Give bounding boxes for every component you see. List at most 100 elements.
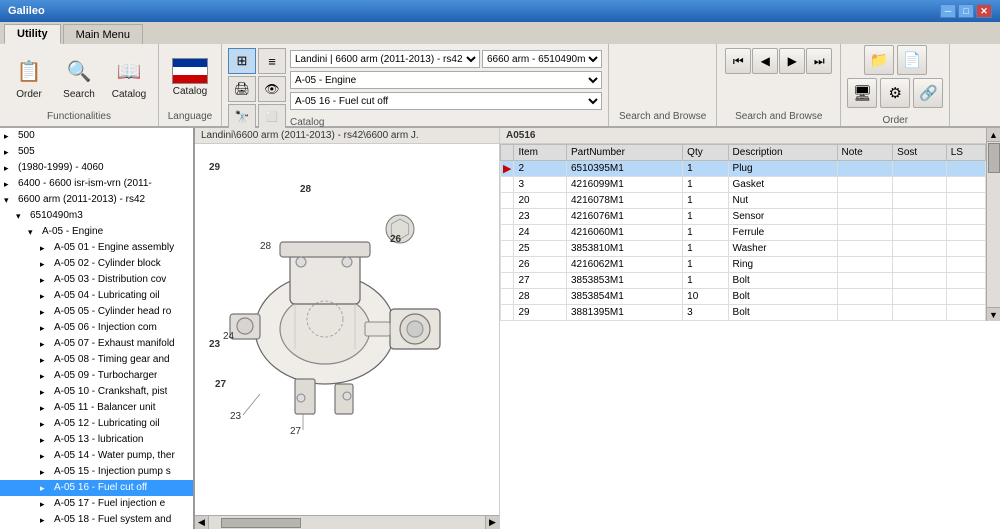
view-icon-4[interactable]: ⬜ xyxy=(258,104,286,130)
tree-expander-t18[interactable]: ▸ xyxy=(40,401,54,415)
maximize-button[interactable]: □ xyxy=(958,4,974,18)
vscroll-thumb[interactable] xyxy=(988,143,1000,173)
table-row[interactable]: 244216060M11Ferrule xyxy=(501,225,986,241)
tree-expander-t5[interactable]: ▾ xyxy=(4,193,18,207)
table-row[interactable]: 34216099M11Gasket xyxy=(501,177,986,193)
diagram-content[interactable]: 23 27 24 26 28 29 xyxy=(195,144,499,525)
tree-item-t12[interactable]: ▸A-05 05 - Cylinder head ro xyxy=(0,304,193,320)
tree-item-t9[interactable]: ▸A-05 02 - Cylinder block xyxy=(0,256,193,272)
tree-item-t13[interactable]: ▸A-05 06 - Injection com xyxy=(0,320,193,336)
tree-item-t19[interactable]: ▸A-05 12 - Lubricating oil xyxy=(0,416,193,432)
tree-item-t2[interactable]: ▸505 xyxy=(0,144,193,160)
vscroll-up-btn[interactable]: ▲ xyxy=(987,128,1000,142)
tree-expander-t10[interactable]: ▸ xyxy=(40,273,54,287)
category-dropdown[interactable]: A-05 - Engine xyxy=(290,71,602,89)
tree-item-t17[interactable]: ▸A-05 10 - Crankshaft, pist xyxy=(0,384,193,400)
tree-expander-t17[interactable]: ▸ xyxy=(40,385,54,399)
scroll-track[interactable] xyxy=(211,518,483,528)
table-row[interactable]: ▶26510395M11Plug xyxy=(501,161,986,177)
tree-expander-t19[interactable]: ▸ xyxy=(40,417,54,431)
tree-expander-t3[interactable]: ▸ xyxy=(4,161,18,175)
tree-item-t23[interactable]: ▸A-05 16 - Fuel cut off xyxy=(0,480,193,496)
tab-utility[interactable]: Utility xyxy=(4,24,61,44)
tree-expander-t8[interactable]: ▸ xyxy=(40,241,54,255)
tree-expander-t21[interactable]: ▸ xyxy=(40,449,54,463)
minimize-button[interactable]: ─ xyxy=(940,4,956,18)
tree-item-t6[interactable]: ▾6510490m3 xyxy=(0,208,193,224)
vscroll-down-btn[interactable]: ▼ xyxy=(987,307,1000,321)
parts-vscrollbar[interactable]: ▲ ▼ xyxy=(986,128,1000,321)
table-row[interactable]: 204216078M11Nut xyxy=(501,193,986,209)
diagram-hscrollbar[interactable]: ◀ ▶ xyxy=(195,515,499,529)
brand-dropdown[interactable]: Landini | 6600 arm (2011-2013) - rs42 xyxy=(290,50,480,68)
tree-item-t1[interactable]: ▸500 xyxy=(0,128,193,144)
tree-expander-t16[interactable]: ▸ xyxy=(40,369,54,383)
tree-item-t4[interactable]: ▸6400 - 6600 isr-ism-vrn (2011- xyxy=(0,176,193,192)
view-icon-2[interactable]: ≡ xyxy=(258,48,286,74)
tree-item-t25[interactable]: ▸A-05 18 - Fuel system and xyxy=(0,512,193,528)
tree-item-t3[interactable]: ▸(1980-1999) - 4060 xyxy=(0,160,193,176)
tab-mainmenu[interactable]: Main Menu xyxy=(63,24,143,44)
tree-item-t5[interactable]: ▾6600 arm (2011-2013) - rs42 xyxy=(0,192,193,208)
subcategory-dropdown[interactable]: A-05 16 - Fuel cut off xyxy=(290,92,602,110)
tree-expander-t25[interactable]: ▸ xyxy=(40,513,54,527)
table-row[interactable]: 273853853M11Bolt xyxy=(501,273,986,289)
order-button[interactable]: 📋 Order xyxy=(6,49,52,107)
model-dropdown[interactable]: 6660 arm - 6510490m3 xyxy=(482,50,602,68)
table-row[interactable]: 234216076M11Sensor xyxy=(501,209,986,225)
tree-expander-t15[interactable]: ▸ xyxy=(40,353,54,367)
tree-expander-t1[interactable]: ▸ xyxy=(4,129,18,143)
english-button[interactable]: Catalog xyxy=(167,49,213,107)
view-icon-1[interactable]: ⊞ xyxy=(228,48,256,74)
tree-item-t14[interactable]: ▸A-05 07 - Exhaust manifold xyxy=(0,336,193,352)
tree-item-t18[interactable]: ▸A-05 11 - Balancer unit xyxy=(0,400,193,416)
tree-item-t21[interactable]: ▸A-05 14 - Water pump, ther xyxy=(0,448,193,464)
list-icon[interactable]: 📄 xyxy=(897,45,927,75)
tree-item-t7[interactable]: ▾A-05 - Engine xyxy=(0,224,193,240)
scroll-right-btn[interactable]: ▶ xyxy=(485,516,499,529)
tree-item-t10[interactable]: ▸A-05 03 - Distribution cov xyxy=(0,272,193,288)
tree-item-t15[interactable]: ▸A-05 08 - Timing gear and xyxy=(0,352,193,368)
tree-expander-t24[interactable]: ▸ xyxy=(40,497,54,511)
vscroll-track[interactable] xyxy=(987,142,1000,307)
network-icon[interactable]: 🔗 xyxy=(913,78,943,108)
tree-expander-t11[interactable]: ▸ xyxy=(40,289,54,303)
tree-item-t11[interactable]: ▸A-05 04 - Lubricating oil xyxy=(0,288,193,304)
catalog-button[interactable]: 📖 Catalog xyxy=(106,49,152,107)
tree-expander-t9[interactable]: ▸ xyxy=(40,257,54,271)
table-row[interactable]: 293881395M13Bolt xyxy=(501,305,986,321)
tree-item-t16[interactable]: ▸A-05 09 - Turbocharger xyxy=(0,368,193,384)
nav-play-button[interactable]: ▶ xyxy=(779,48,805,74)
nav-prev-button[interactable]: ◀ xyxy=(752,48,778,74)
tree-expander-t22[interactable]: ▸ xyxy=(40,465,54,479)
tree-item-t20[interactable]: ▸A-05 13 - lubrication xyxy=(0,432,193,448)
print-icon[interactable]: 🖨 xyxy=(228,76,256,102)
table-row[interactable]: 264216062M11Ring xyxy=(501,257,986,273)
settings-icon[interactable]: ⚙ xyxy=(880,78,910,108)
tree-expander-t4[interactable]: ▸ xyxy=(4,177,18,191)
tree-item-t24[interactable]: ▸A-05 17 - Fuel injection e xyxy=(0,496,193,512)
scroll-thumb[interactable] xyxy=(221,518,301,528)
table-row[interactable]: 253853810M11Washer xyxy=(501,241,986,257)
nav-last-button[interactable]: ⏭ xyxy=(806,48,832,74)
tree-expander-t13[interactable]: ▸ xyxy=(40,321,54,335)
tree-expander-t23[interactable]: ▸ xyxy=(40,481,54,495)
tree-expander-t20[interactable]: ▸ xyxy=(40,433,54,447)
view-icon-3[interactable]: 👁 xyxy=(258,76,286,102)
tree-item-t22[interactable]: ▸A-05 15 - Injection pump s xyxy=(0,464,193,480)
nav-first-button[interactable]: ⏮ xyxy=(725,48,751,74)
tree-expander-t12[interactable]: ▸ xyxy=(40,305,54,319)
tree-item-t8[interactable]: ▸A-05 01 - Engine assembly xyxy=(0,240,193,256)
tree-expander-t14[interactable]: ▸ xyxy=(40,337,54,351)
search-button[interactable]: 🔍 Search xyxy=(56,49,102,107)
tree-panel[interactable]: ▸500▸505▸(1980-1999) - 4060▸6400 - 6600 … xyxy=(0,128,195,529)
close-button[interactable]: ✕ xyxy=(976,4,992,18)
tree-expander-t7[interactable]: ▾ xyxy=(28,225,42,239)
tree-expander-t6[interactable]: ▾ xyxy=(16,209,30,223)
folder-icon[interactable]: 📁 xyxy=(864,45,894,75)
table-row[interactable]: 283853854M110Bolt xyxy=(501,289,986,305)
monitor-icon[interactable]: 🖥 xyxy=(847,78,877,108)
scroll-left-btn[interactable]: ◀ xyxy=(195,516,209,529)
tree-expander-t2[interactable]: ▸ xyxy=(4,145,18,159)
binoculars-icon[interactable]: 🔭 xyxy=(228,104,256,130)
